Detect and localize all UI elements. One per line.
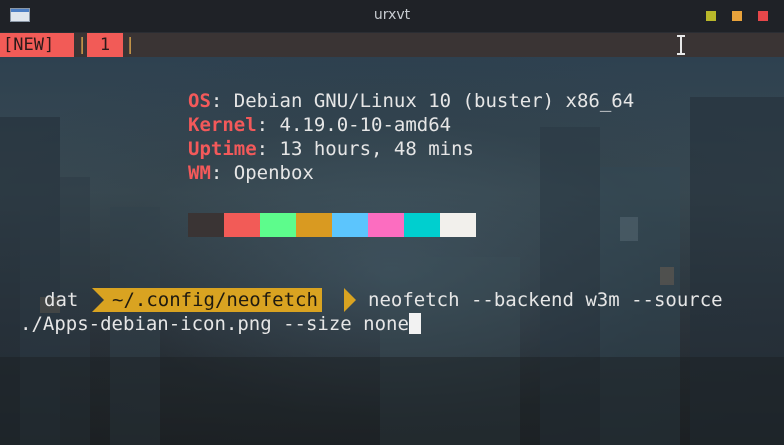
info-value: 13 hours, 48 mins (268, 138, 474, 160)
color-swatch (440, 213, 476, 237)
command-text[interactable]: ./Apps-debian-icon.png --size none (20, 313, 409, 335)
terminal-area[interactable]: OS: Debian GNU/Linux 10 (buster) x86_64 … (0, 57, 784, 445)
info-value: Openbox (222, 162, 314, 184)
info-key: Uptime (188, 138, 257, 160)
window-title: urxvt (373, 7, 411, 23)
info-separator: : (210, 90, 223, 112)
command-line-1[interactable]: neofetch --backend w3m --source (368, 288, 723, 312)
minimize-button[interactable] (706, 11, 716, 21)
color-swatch (368, 213, 404, 237)
title-bar[interactable]: urxvt (0, 0, 784, 33)
color-swatch (188, 213, 224, 237)
maximize-button[interactable] (732, 11, 742, 21)
terminal-window: urxvt [NEW] | 1 | OS: Debian GNU/Linux 1… (0, 0, 784, 445)
close-button[interactable] (758, 11, 768, 21)
prompt-segment-start-icon (92, 288, 104, 312)
terminal-cursor (408, 313, 421, 334)
prompt-segment-end-icon (344, 288, 356, 312)
info-key: WM (188, 162, 211, 184)
info-separator: : (210, 162, 223, 184)
info-line-wm: WM: Openbox (188, 161, 314, 185)
tab-new[interactable]: [NEW] (0, 33, 74, 57)
color-swatch (404, 213, 440, 237)
prompt-path: ~/.config/neofetch (104, 288, 322, 312)
tab-1[interactable]: 1 (87, 33, 123, 57)
command-line-2[interactable]: ./Apps-debian-icon.png --size none (20, 312, 421, 336)
prompt-user: dat (44, 289, 79, 311)
color-swatch (332, 213, 368, 237)
color-swatch (224, 213, 260, 237)
tab-separator: | (125, 35, 136, 55)
info-line-uptime: Uptime: 13 hours, 48 mins (188, 137, 474, 161)
info-key: OS (188, 90, 211, 112)
info-line-kernel: Kernel: 4.19.0-10-amd64 (188, 113, 451, 137)
info-key: Kernel (188, 114, 257, 136)
color-swatch (260, 213, 296, 237)
tab-bar: [NEW] | 1 | (0, 33, 784, 57)
color-palette (188, 213, 476, 237)
info-line-os: OS: Debian GNU/Linux 10 (buster) x86_64 (188, 89, 634, 113)
info-separator: : (256, 138, 269, 160)
info-value: Debian GNU/Linux 10 (buster) x86_64 (222, 90, 635, 112)
info-value: 4.19.0-10-amd64 (268, 114, 452, 136)
tab-separator: | (77, 35, 88, 55)
info-separator: : (256, 114, 269, 136)
color-swatch (296, 213, 332, 237)
text-cursor-icon (676, 35, 686, 55)
